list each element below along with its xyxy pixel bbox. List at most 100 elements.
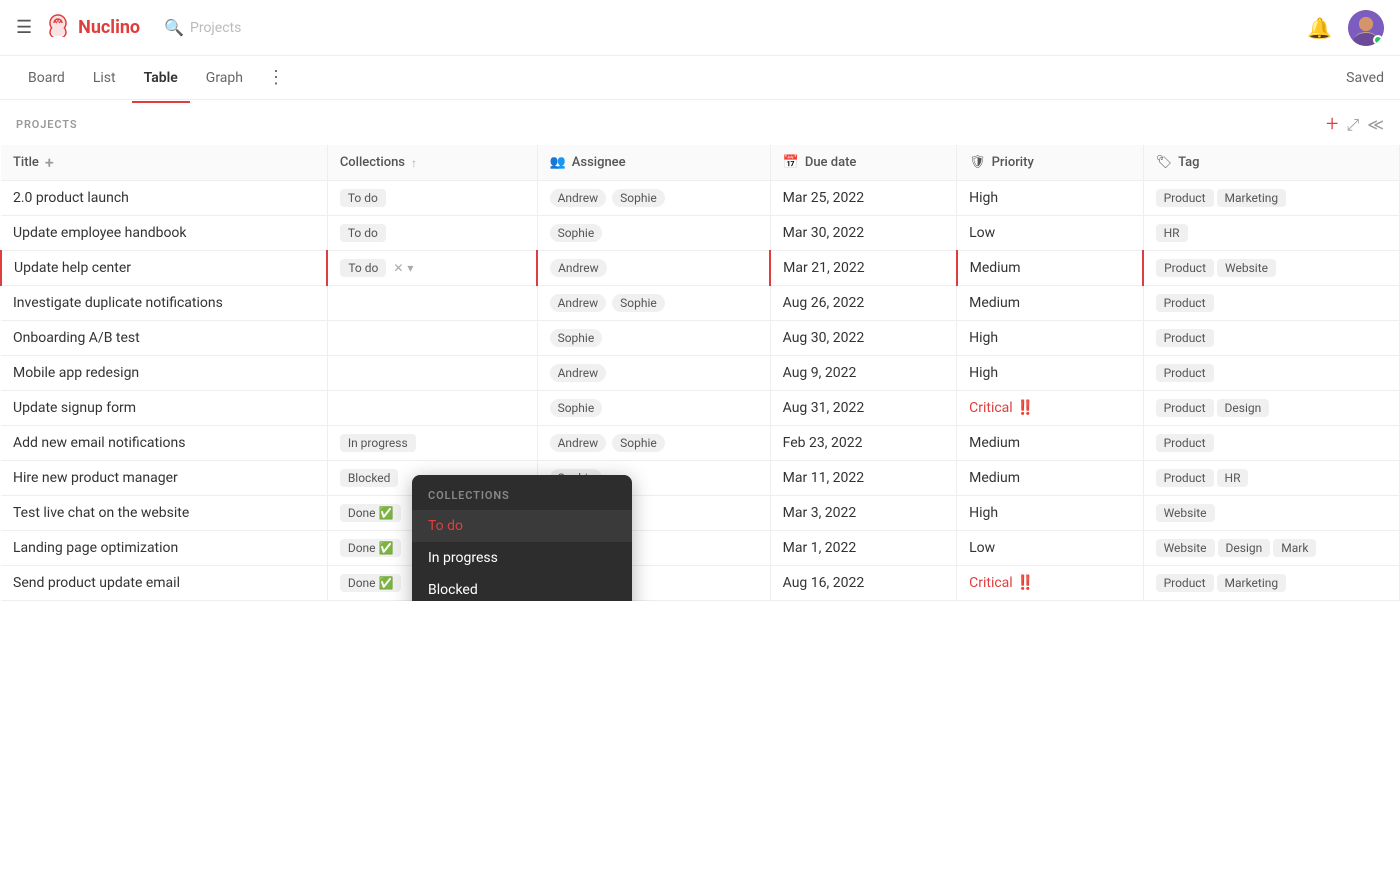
- assignee-cell: Sophie: [537, 216, 770, 251]
- collections-sort-icon[interactable]: ↑: [411, 156, 417, 170]
- tag-cell: Product: [1143, 286, 1399, 321]
- collection-badge[interactable]: In progress: [340, 434, 416, 452]
- tab-board[interactable]: Board: [16, 62, 77, 94]
- assignee-chip[interactable]: Sophie: [612, 189, 665, 207]
- tag-cell: WebsiteDesignMark: [1143, 531, 1399, 566]
- tag-badge[interactable]: Product: [1156, 574, 1214, 592]
- tag-badge[interactable]: Marketing: [1217, 189, 1287, 207]
- collection-badge[interactable]: To do: [340, 189, 386, 207]
- row-title[interactable]: Update help center: [14, 260, 131, 276]
- app-header: ☰ Nuclino 🔍 Projects 🔔: [0, 0, 1400, 56]
- tab-graph[interactable]: Graph: [194, 62, 255, 94]
- expand-icon[interactable]: ⤢: [1346, 115, 1359, 135]
- bell-icon[interactable]: 🔔: [1307, 16, 1332, 40]
- projects-header: PROJECTS + ⤢ ≪: [0, 100, 1400, 145]
- collection-cell: [327, 356, 537, 391]
- tag-cell: Product: [1143, 321, 1399, 356]
- assignee-chip[interactable]: Andrew: [550, 259, 607, 277]
- priority-value: Low: [969, 540, 995, 556]
- priority-cell: High: [957, 321, 1143, 356]
- tag-badge[interactable]: Website: [1156, 504, 1215, 522]
- assignee-chip[interactable]: Andrew: [550, 294, 607, 312]
- collection-dropdown-icon[interactable]: ▾: [407, 261, 413, 275]
- table-row: Send product update email: [1, 566, 327, 601]
- assignee-chip[interactable]: Sophie: [550, 329, 603, 347]
- tag-cell: ProductDesign: [1143, 391, 1399, 426]
- priority-value: High: [969, 190, 998, 206]
- dropdown-item-inprogress[interactable]: In progress: [412, 542, 632, 574]
- row-title[interactable]: Landing page optimization: [13, 540, 178, 556]
- col-header-collections: Collections ↑ ⋮: [327, 145, 537, 181]
- collection-clear-icon[interactable]: ✕: [393, 261, 403, 275]
- collapse-icon[interactable]: ≪: [1367, 115, 1384, 134]
- tag-badge[interactable]: Marketing: [1217, 574, 1287, 592]
- tag-badge[interactable]: Product: [1156, 434, 1214, 452]
- collection-badge[interactable]: To do: [340, 224, 386, 242]
- collection-cell: To do: [327, 216, 537, 251]
- priority-cell: High: [957, 356, 1143, 391]
- dropdown-item-todo[interactable]: To do: [412, 510, 632, 542]
- dropdown-item-blocked[interactable]: Blocked: [412, 574, 632, 601]
- row-title[interactable]: Update signup form: [13, 400, 136, 416]
- row-title[interactable]: Update employee handbook: [13, 225, 187, 241]
- user-avatar[interactable]: [1348, 10, 1384, 46]
- assignee-cell: Andrew: [537, 356, 770, 391]
- assignee-chip[interactable]: Sophie: [612, 294, 665, 312]
- assignee-chip[interactable]: Sophie: [612, 434, 665, 452]
- add-project-icon[interactable]: +: [1326, 112, 1338, 137]
- add-column-button[interactable]: +: [45, 153, 54, 172]
- tag-badge[interactable]: Product: [1156, 364, 1214, 382]
- assignee-chip[interactable]: Andrew: [550, 189, 607, 207]
- assignee-chip[interactable]: Andrew: [550, 434, 607, 452]
- row-title[interactable]: Hire new product manager: [13, 470, 178, 486]
- tag-badge[interactable]: Product: [1156, 294, 1214, 312]
- tag-badge[interactable]: Mark: [1273, 539, 1316, 557]
- table-row: Add new email notifications: [1, 426, 327, 461]
- online-indicator: [1373, 35, 1383, 45]
- row-title[interactable]: Mobile app redesign: [13, 365, 139, 381]
- row-title[interactable]: Test live chat on the website: [13, 505, 189, 521]
- tag-badge[interactable]: HR: [1156, 224, 1188, 242]
- tag-badge[interactable]: Website: [1156, 539, 1215, 557]
- row-title[interactable]: Send product update email: [13, 575, 180, 591]
- collection-badge[interactable]: Blocked: [340, 469, 399, 487]
- tag-cell: ProductHR: [1143, 461, 1399, 496]
- row-title[interactable]: Onboarding A/B test: [13, 330, 140, 346]
- hamburger-icon[interactable]: ☰: [16, 17, 32, 38]
- projects-actions: + ⤢ ≪: [1326, 112, 1384, 137]
- tag-cell: ProductMarketing: [1143, 566, 1399, 601]
- assignee-chip[interactable]: Sophie: [550, 399, 603, 417]
- collection-badge[interactable]: Done ✅: [340, 574, 402, 592]
- tag-badge[interactable]: Product: [1156, 189, 1214, 207]
- search-icon: 🔍: [164, 18, 184, 37]
- tag-badge[interactable]: Product: [1156, 399, 1214, 417]
- assignee-chip[interactable]: Andrew: [550, 364, 607, 382]
- priority-cell: Medium: [957, 461, 1143, 496]
- tab-table[interactable]: Table: [132, 62, 190, 94]
- row-title[interactable]: Add new email notifications: [13, 435, 185, 451]
- priority-value: Medium: [969, 435, 1020, 451]
- nav-more-icon[interactable]: ⋮: [259, 63, 293, 92]
- projects-section-label: PROJECTS: [16, 118, 77, 131]
- tag-badge[interactable]: Product: [1156, 259, 1214, 277]
- table-row: Mobile app redesign: [1, 356, 327, 391]
- due-date-value: Mar 30, 2022: [783, 225, 865, 241]
- row-title[interactable]: Investigate duplicate notifications: [13, 295, 223, 311]
- row-title[interactable]: 2.0 product launch: [13, 190, 129, 206]
- search-area[interactable]: 🔍 Projects: [164, 18, 241, 37]
- tag-badge[interactable]: Design: [1218, 539, 1271, 557]
- tag-badge[interactable]: Product: [1156, 329, 1214, 347]
- tag-badge[interactable]: Website: [1217, 259, 1276, 277]
- collection-badge[interactable]: To do: [340, 259, 386, 277]
- tag-badge[interactable]: Design: [1217, 399, 1270, 417]
- header-right: 🔔: [1307, 10, 1384, 46]
- due-date-cell: Aug 26, 2022: [770, 286, 956, 321]
- duedate-col-label: Due date: [805, 155, 857, 170]
- collection-badge[interactable]: Done ✅: [340, 539, 402, 557]
- assignee-chip[interactable]: Sophie: [550, 224, 603, 242]
- tab-list[interactable]: List: [81, 62, 128, 94]
- due-date-value: Mar 1, 2022: [783, 540, 857, 556]
- tag-badge[interactable]: HR: [1217, 469, 1249, 487]
- collection-badge[interactable]: Done ✅: [340, 504, 402, 522]
- tag-badge[interactable]: Product: [1156, 469, 1214, 487]
